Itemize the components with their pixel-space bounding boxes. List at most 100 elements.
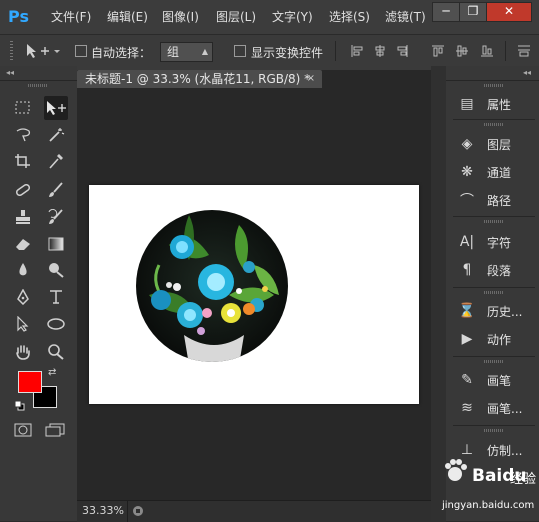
panel-label: 通道 xyxy=(487,165,512,180)
dropdown-arrows-icon: ▲ xyxy=(201,47,208,56)
panel-dock-strip xyxy=(431,66,446,521)
panel-paths[interactable]: ⌒ 路径 xyxy=(456,189,536,211)
quick-mask-icon[interactable] xyxy=(14,423,32,437)
panel-separator xyxy=(453,425,535,426)
brush-icon xyxy=(49,182,63,197)
close-tab-icon[interactable]: × xyxy=(307,70,315,88)
panel-group-grip[interactable] xyxy=(484,123,504,126)
baidu-paw-icon xyxy=(445,459,467,481)
clone-stamp-tool[interactable] xyxy=(11,205,35,229)
document-tab[interactable]: 未标题-1 @ 33.3% (水晶花11, RGB/8) * × xyxy=(77,70,322,88)
eraser-tool[interactable] xyxy=(11,232,35,256)
panel-paragraph[interactable]: ¶ 段落 xyxy=(456,259,536,281)
blur-tool[interactable] xyxy=(11,258,35,282)
panel-group-grip[interactable] xyxy=(484,429,504,432)
eyedropper-tool[interactable] xyxy=(44,149,68,173)
foreground-color-swatch[interactable] xyxy=(18,371,42,393)
crop-icon xyxy=(15,154,30,168)
panel-label: 仿制... xyxy=(487,443,523,458)
zoom-icon xyxy=(48,344,64,360)
magic-wand-tool[interactable] xyxy=(44,123,68,147)
pen-tool[interactable] xyxy=(11,285,35,309)
align-center-icon[interactable] xyxy=(373,44,387,58)
watermark-url: jingyan.baidu.com xyxy=(442,500,535,511)
menu-image[interactable]: 图像(I) xyxy=(162,8,199,25)
panel-group-grip[interactable] xyxy=(484,84,504,87)
swap-colors-icon[interactable]: ⇄ xyxy=(48,367,56,378)
dodge-tool[interactable] xyxy=(44,258,68,282)
document-canvas[interactable] xyxy=(89,185,419,404)
history-brush-tool[interactable] xyxy=(44,205,68,229)
align-middle-icon[interactable] xyxy=(455,44,469,58)
panel-group-grip[interactable] xyxy=(484,220,504,223)
panel-actions[interactable]: ▶ 动作 xyxy=(456,328,536,350)
status-divider xyxy=(127,501,128,522)
marquee-tool[interactable] xyxy=(11,96,35,120)
eyedropper-icon xyxy=(49,154,63,169)
drop-icon xyxy=(19,263,27,276)
status-info-icon[interactable] xyxy=(132,505,144,517)
menu-select[interactable]: 选择(S) xyxy=(329,8,370,25)
collapse-panels-button[interactable]: ◂◂ xyxy=(523,68,531,77)
ellipse-tool[interactable] xyxy=(44,312,68,336)
minimize-button[interactable]: ─ xyxy=(432,2,460,22)
panel-layers[interactable]: ◈ 图层 xyxy=(456,133,536,155)
magnifier-dodge-icon xyxy=(49,263,64,278)
align-bottom-icon[interactable] xyxy=(480,44,494,58)
collapse-tools-button[interactable]: ◂◂ xyxy=(6,68,14,77)
align-top-icon[interactable] xyxy=(431,44,445,58)
panels-header-line xyxy=(446,80,539,81)
healing-brush-tool[interactable] xyxy=(11,178,35,202)
ellipse-icon xyxy=(47,318,65,330)
distribute-top-icon[interactable] xyxy=(517,44,531,58)
panel-character[interactable]: A| 字符 xyxy=(456,231,536,253)
brush-tool[interactable] xyxy=(44,178,68,202)
panel-group-grip[interactable] xyxy=(484,291,504,294)
menu-edit[interactable]: 编辑(E) xyxy=(107,8,148,25)
auto-select-dropdown[interactable]: 组 ▲ xyxy=(160,42,213,62)
show-transform-checkbox[interactable] xyxy=(234,45,246,57)
auto-select-value: 组 xyxy=(167,45,180,59)
move-tool[interactable] xyxy=(44,96,68,120)
auto-select-checkbox[interactable] xyxy=(75,45,87,57)
options-divider xyxy=(505,41,506,61)
gradient-tool[interactable] xyxy=(44,232,68,256)
panel-brush-presets[interactable]: ≋ 画笔... xyxy=(456,397,536,419)
zoom-level[interactable]: 33.33% xyxy=(82,504,124,517)
panel-brush[interactable]: ✎ 画笔 xyxy=(456,369,536,391)
clone-source-icon: ⊥ xyxy=(460,442,474,458)
marquee-icon xyxy=(15,101,30,114)
panel-history[interactable]: ⌛ 历史... xyxy=(456,300,536,322)
hand-icon xyxy=(16,345,30,360)
crop-tool[interactable] xyxy=(11,149,35,173)
align-right-icon[interactable] xyxy=(395,44,409,58)
tools-grip[interactable] xyxy=(28,84,48,87)
close-window-button[interactable]: ✕ xyxy=(486,2,532,22)
panel-separator xyxy=(453,287,535,288)
path-selection-tool[interactable] xyxy=(11,312,35,336)
default-colors-icon[interactable] xyxy=(15,401,25,411)
panel-group-grip[interactable] xyxy=(484,360,504,363)
menu-layer[interactable]: 图层(L) xyxy=(216,8,256,25)
tools-panel: ◂◂ ⇄ xyxy=(0,66,77,521)
zoom-tool[interactable] xyxy=(44,340,68,364)
menu-file[interactable]: 文件(F) xyxy=(51,8,91,25)
hand-tool[interactable] xyxy=(11,340,35,364)
auto-select-label: 自动选择： xyxy=(91,46,152,60)
align-left-icon[interactable] xyxy=(350,44,364,58)
panel-label: 属性 xyxy=(487,97,512,112)
jingyan-label: 经验 xyxy=(510,472,537,487)
screen-mode-icon[interactable] xyxy=(45,423,65,437)
menu-filter[interactable]: 滤镜(T) xyxy=(385,8,426,25)
panel-label: 字符 xyxy=(487,235,512,250)
panel-channels[interactable]: ❋ 通道 xyxy=(456,161,536,183)
move-tool-preset-icon[interactable] xyxy=(24,42,62,60)
panel-properties[interactable]: ▤ 属性 xyxy=(456,93,536,115)
lasso-tool[interactable] xyxy=(11,123,35,147)
options-grip[interactable] xyxy=(10,41,13,61)
menu-bar: Ps 文件(F) 编辑(E) 图像(I) 图层(L) 文字(Y) 选择(S) 滤… xyxy=(0,0,539,34)
history-icon: ⌛ xyxy=(458,303,476,319)
restore-button[interactable]: ❐ xyxy=(459,2,487,22)
type-tool[interactable] xyxy=(44,285,68,309)
menu-type[interactable]: 文字(Y) xyxy=(272,8,313,25)
